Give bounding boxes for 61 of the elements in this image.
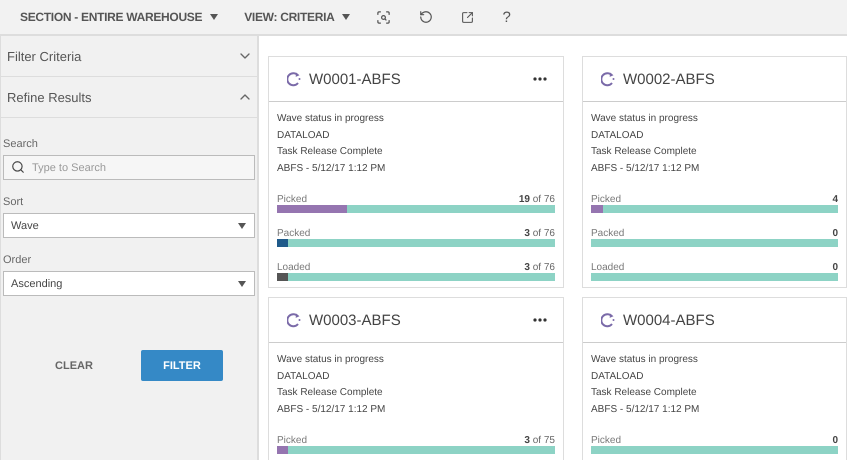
- metric-count: 0: [832, 435, 838, 446]
- status-line: ABFS - 5/12/17 1:12 PM: [277, 402, 386, 416]
- more-icon[interactable]: [533, 77, 547, 81]
- metric-count: 19 of 76: [518, 194, 555, 205]
- status-line: ABFS - 5/12/17 1:12 PM: [277, 162, 386, 176]
- metric-label: Packed: [591, 228, 624, 239]
- sort-select[interactable]: Wave: [3, 213, 255, 238]
- card-title: W0003-ABFS: [309, 312, 402, 328]
- spinner-icon: [601, 71, 615, 87]
- field-label: Sort: [3, 196, 24, 208]
- status-line: DATALOAD: [591, 370, 644, 384]
- status-line: Wave status in progress: [277, 112, 385, 126]
- spinner-icon: [287, 312, 301, 328]
- status-line: Wave status in progress: [277, 353, 385, 367]
- status-line: DATALOAD: [591, 128, 644, 142]
- status-line: Task Release Complete: [591, 386, 698, 400]
- zoom-search-icon[interactable]: [376, 10, 392, 24]
- filter-button[interactable]: FILTER: [140, 350, 223, 381]
- metric-count: 0: [832, 262, 838, 273]
- metric-count: 3 of 76: [524, 262, 555, 273]
- status-line: Task Release Complete: [591, 145, 698, 159]
- spinner-icon: [287, 71, 301, 87]
- card-title: W0001-ABFS: [309, 70, 402, 88]
- undo-icon[interactable]: [419, 10, 434, 24]
- metric-label: Picked: [591, 435, 622, 446]
- metric-count: 3 of 75: [524, 435, 555, 446]
- status-line: Task Release Complete: [277, 386, 384, 400]
- caret-icon: [238, 280, 246, 286]
- metric-label: Picked: [277, 194, 308, 205]
- caret-icon: [210, 14, 218, 20]
- help-button[interactable]: ?: [502, 8, 511, 26]
- metric-count: 4: [832, 194, 838, 205]
- status-line: ABFS - 5/12/17 1:12 PM: [591, 162, 700, 176]
- view-dropdown[interactable]: VIEW: CRITERIA: [244, 10, 350, 24]
- card-title: W0004-ABFS: [623, 312, 716, 328]
- search-field[interactable]: Type to Search: [3, 155, 255, 180]
- metric-count: 3 of 76: [524, 228, 555, 239]
- metric-label: Loaded: [591, 262, 624, 273]
- field-label: Order: [3, 254, 32, 266]
- status-line: DATALOAD: [277, 128, 330, 142]
- status-line: Wave status in progress: [591, 353, 699, 367]
- caret-icon: [342, 14, 350, 20]
- metric-label: Picked: [277, 435, 308, 446]
- spinner-icon: [601, 312, 615, 328]
- field-label: Search: [3, 138, 39, 150]
- clear-button[interactable]: CLEAR: [49, 358, 99, 372]
- search-icon: [11, 160, 25, 174]
- section-dropdown[interactable]: SECTION - ENTIRE WAREHOUSE: [20, 10, 218, 24]
- order-select[interactable]: Ascending: [3, 271, 255, 296]
- caret-icon: [238, 222, 246, 228]
- metric-count: 0: [832, 228, 838, 239]
- status-line: DATALOAD: [277, 370, 330, 384]
- metric-label: Packed: [277, 228, 310, 239]
- external-link-icon[interactable]: [461, 10, 474, 24]
- status-line: Task Release Complete: [277, 145, 384, 159]
- status-line: Wave status in progress: [591, 112, 699, 126]
- metric-label: Picked: [591, 194, 622, 205]
- more-icon[interactable]: [533, 318, 547, 322]
- status-line: ABFS - 5/12/17 1:12 PM: [591, 402, 700, 416]
- card-title: W0002-ABFS: [623, 70, 716, 88]
- metric-label: Loaded: [277, 262, 310, 273]
